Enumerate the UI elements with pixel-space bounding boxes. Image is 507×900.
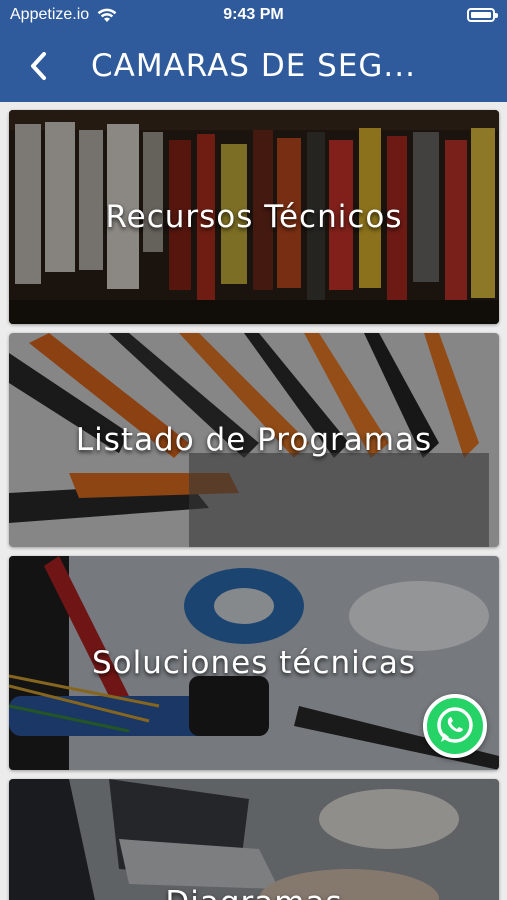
card-recursos-tecnicos[interactable]: Recursos Técnicos [9,110,499,324]
card-listado-de-programas[interactable]: Listado de Programas [9,333,499,547]
card-label: Listado de Programas [75,422,433,458]
card-diagramas[interactable]: Diagramas [9,779,499,900]
card-label: Soluciones técnicas [92,645,416,681]
card-label: Diagramas [9,885,499,900]
status-time: 9:43 PM [223,6,284,23]
battery-icon [467,8,498,22]
page-title: CAMARAS DE SEG... [91,48,416,84]
whatsapp-button[interactable] [423,694,487,758]
card-label: Recursos Técnicos [105,199,403,235]
whatsapp-icon [437,707,473,743]
status-bar: Appetize.io 9:43 PM [0,0,507,32]
navigation-bar: CAMARAS DE SEG... [0,32,507,102]
